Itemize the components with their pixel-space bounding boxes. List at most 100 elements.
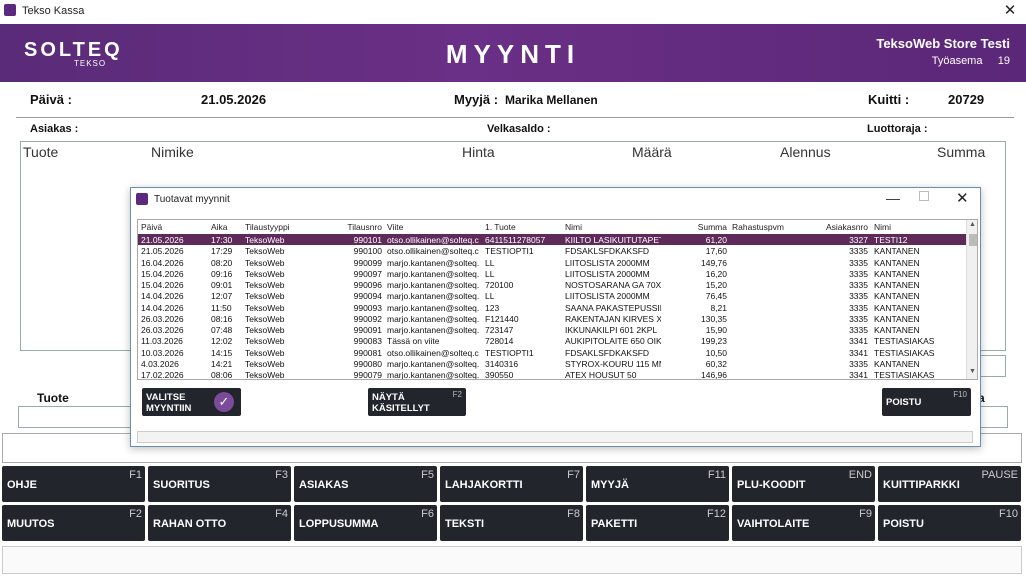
table-row[interactable]: 4.03.2026 14:21 TeksoWeb 990080 marjo.kantan… (138, 358, 966, 369)
table-row[interactable]: 16.04.2026 08:20 TeksoWeb 990099 marjo.kanta… (138, 257, 966, 268)
table-cell: TeksoWeb (245, 235, 285, 245)
table-cell: TeksoWeb (245, 291, 285, 302)
table-row[interactable]: 15.04.2026 09:16 TeksoWeb 990097 marjo.kanta… (138, 268, 966, 279)
scroll-thumb[interactable] (969, 234, 977, 246)
table-cell: 3335 (849, 268, 868, 279)
table-row[interactable]: 26.03.2026 08:16 TeksoWeb 990092 marjo.kanta… (138, 313, 966, 324)
fkey-label: OHJE (7, 479, 37, 491)
table-cell: KANTANEN (874, 291, 920, 302)
scroll-down-icon[interactable]: ▼ (969, 368, 976, 375)
fkey-shortcut: F10 (999, 508, 1018, 520)
grid-col-header[interactable]: Asiakasnro (798, 222, 868, 232)
product-field-label: Tuote (37, 391, 69, 405)
workstation-label: Työasema (931, 55, 983, 67)
divider (16, 117, 1014, 118)
fkey-vaihtolaite[interactable]: VAIHTOLAITE F9 (732, 505, 875, 541)
grid-col-header[interactable]: Aika (211, 222, 243, 232)
fkey-teksti[interactable]: TEKSTI F8 (440, 505, 583, 541)
table-cell: 6411511278057 (485, 235, 546, 245)
dialog-close-icon[interactable]: ✕ (956, 189, 969, 207)
col-discount: Alennus (780, 144, 831, 160)
table-cell: 76,45 (705, 291, 727, 302)
grid-col-header[interactable]: Tilausnro (308, 222, 382, 232)
fkey-poistu[interactable]: POISTU F10 (878, 505, 1021, 541)
fkey-label: MUUTOS (7, 518, 55, 530)
table-row[interactable]: 15.04.2026 09:01 TeksoWeb 990096 marjo.kanta… (138, 279, 966, 290)
grid-col-header[interactable]: Tilaustyyppi (245, 222, 307, 232)
select-to-sale-button[interactable]: VALITSE MYYNTIIN ✓ (142, 388, 241, 416)
fkey-label: RAHAN OTTO (153, 518, 227, 530)
grid-col-header[interactable]: Summa (658, 222, 727, 232)
table-cell: 8,21 (710, 302, 727, 313)
col-product: Tuote (23, 144, 59, 160)
fkey-label: MYYJÄ (591, 479, 629, 491)
table-cell: LL (485, 268, 495, 279)
table-cell: TeksoWeb (245, 358, 285, 369)
grid-col-header[interactable]: Päivä (141, 222, 209, 232)
dialog-exit-button[interactable]: POISTU F10 (882, 388, 971, 416)
table-cell: TeksoWeb (245, 246, 285, 257)
show-processed-label: NÄYTÄ KÄSITELLYT (372, 392, 430, 414)
grid-scrollbar[interactable]: ▲ ▼ (966, 220, 977, 379)
show-processed-button[interactable]: NÄYTÄ KÄSITELLYT F2 (368, 388, 466, 416)
table-cell: 990100 (353, 246, 382, 257)
table-row[interactable]: 11.03.2026 12:02 TeksoWeb 990083 Tässä on vi… (138, 335, 966, 346)
table-row[interactable]: 21.05.2026 17:30 TeksoWeb 990101 otso.ollika… (138, 234, 966, 246)
scroll-up-icon[interactable]: ▲ (969, 221, 976, 228)
check-icon: ✓ (214, 392, 234, 412)
fkey-loppusumma[interactable]: LOPPUSUMMA F6 (294, 505, 437, 541)
grid-col-header[interactable]: Rahastuspvm (732, 222, 796, 232)
table-cell: 16,20 (705, 268, 727, 279)
table-cell: TeksoWeb (245, 313, 285, 324)
seller-label: Myyjä : (454, 92, 499, 107)
table-cell: 26.03.2026 (141, 325, 184, 335)
table-row[interactable]: 10.03.2026 14:15 TeksoWeb 990081 otso.ollika… (138, 347, 966, 358)
table-row[interactable]: 21.05.2026 17:29 TeksoWeb 990100 otso.ollika… (138, 245, 966, 256)
table-cell: 990081 (353, 347, 382, 358)
fkey-plu-koodit[interactable]: PLU-KOODIT END (732, 466, 875, 502)
grid-col-header[interactable]: Nimi (565, 222, 661, 232)
dialog-exit-label: POISTU (886, 397, 922, 408)
grid-col-header[interactable]: Viite (387, 222, 483, 232)
table-cell: 26.03.2026 (141, 313, 184, 324)
table-cell: F121440 (485, 313, 519, 324)
table-cell: 11:50 (211, 302, 232, 313)
col-quantity: Määrä (632, 144, 672, 160)
table-row[interactable]: 14.04.2026 11:50 TeksoWeb 990093 marjo.kanta… (138, 302, 966, 313)
fkey-shortcut: F8 (567, 508, 580, 520)
table-cell: 3335 (849, 291, 868, 302)
minimize-icon[interactable]: — (886, 190, 900, 206)
fkey-myyjä[interactable]: MYYJÄ F11 (586, 466, 729, 502)
fkey-shortcut: F1 (129, 469, 142, 481)
fkey-lahjakortti[interactable]: LAHJAKORTTI F7 (440, 466, 583, 502)
table-cell: 61,20 (705, 235, 727, 245)
table-row[interactable]: 14.04.2026 12:07 TeksoWeb 990094 marjo.kanta… (138, 290, 966, 301)
table-cell: KANTANEN (874, 257, 920, 268)
table-cell: NOSTOSARANA GA 70X23 (565, 280, 661, 290)
fkey-paketti[interactable]: PAKETTI F12 (586, 505, 729, 541)
fkey-label: VAIHTOLAITE (737, 518, 810, 530)
fkey-muutos[interactable]: MUUTOS F2 (2, 505, 145, 541)
table-cell: KANTANEN (874, 246, 920, 257)
table-row[interactable]: 17.02.2026 08:06 TeksoWeb 990079 marjo.kanta… (138, 369, 966, 380)
close-icon[interactable]: ✕ (1000, 1, 1020, 19)
fkey-kuittiparkki[interactable]: KUITTIPARKKI PAUSE (878, 466, 1021, 502)
table-cell: 3335 (849, 358, 868, 369)
table-cell: 3341 (849, 336, 868, 347)
grid-col-header[interactable]: 1. Tuote (485, 222, 563, 232)
window-titlebar: Tekso Kassa ✕ (0, 0, 1026, 22)
maximize-icon[interactable] (919, 191, 929, 201)
fkey-ohje[interactable]: OHJE F1 (2, 466, 145, 502)
table-row[interactable]: 26.03.2026 07:48 TeksoWeb 990091 marjo.kanta… (138, 324, 966, 335)
table-cell: FDSAKLSFDKAKSFD (565, 246, 650, 257)
grid-col-header[interactable]: Nimi (874, 222, 964, 232)
date-label: Päivä : (30, 92, 72, 107)
fkey-suoritus[interactable]: SUORITUS F3 (148, 466, 291, 502)
table-cell: 3335 (849, 325, 868, 335)
date-value: 21.05.2026 (201, 92, 267, 107)
fkey-rahan-otto[interactable]: RAHAN OTTO F4 (148, 505, 291, 541)
fkey-shortcut: F12 (707, 508, 726, 520)
fkey-asiakas[interactable]: ASIAKAS F5 (294, 466, 437, 502)
credit-label: Luottoraja : (867, 123, 928, 135)
table-cell: TeksoWeb (245, 370, 285, 380)
